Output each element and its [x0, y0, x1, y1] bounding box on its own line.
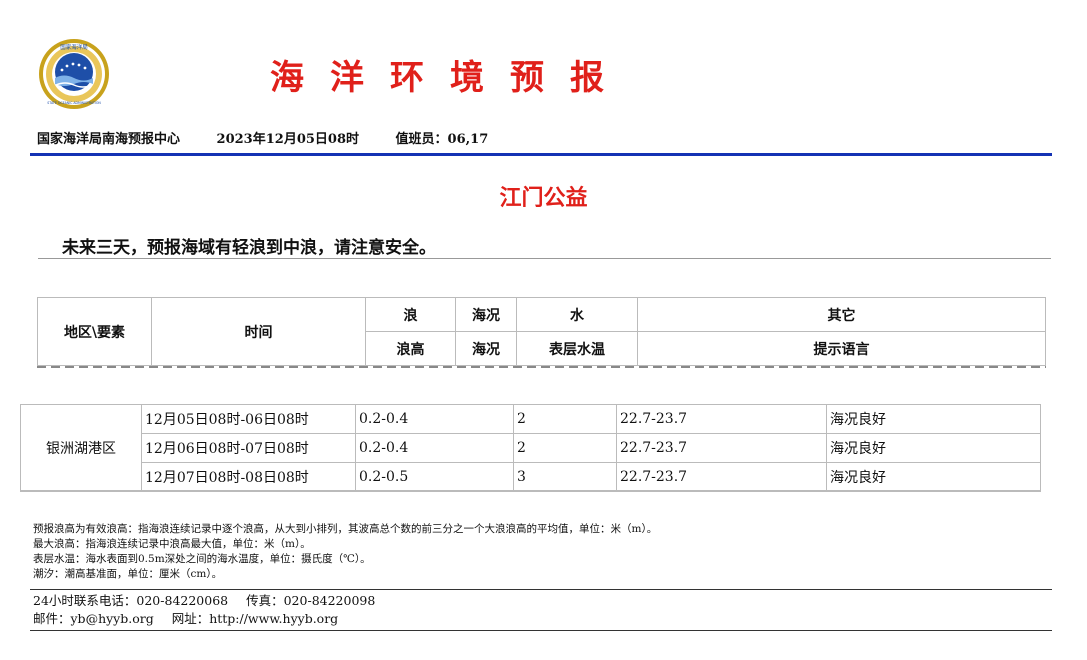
cell-surface-temp: 22.7-23.7	[616, 433, 827, 463]
contact-divider-top	[30, 589, 1052, 590]
contact-phone: 24小时联系电话：020-84220068	[33, 593, 229, 608]
header-wave: 浪	[365, 297, 456, 332]
header-divider	[30, 153, 1052, 156]
header-sea-state-sub: 海况	[455, 331, 517, 366]
location-cell: 银洲湖港区	[20, 404, 142, 492]
cell-wave-height: 0.2-0.4	[355, 433, 514, 463]
header-water: 水	[516, 297, 638, 332]
cell-tip: 海况良好	[826, 433, 1041, 463]
table-row: 12月07日08时-08日08时 0.2-0.5 3 22.7-23.7 海况良好	[21, 462, 1041, 492]
report-title: 海洋环境预报	[270, 58, 630, 98]
cell-wave-height: 0.2-0.5	[355, 462, 514, 492]
header-other: 其它	[637, 297, 1046, 332]
cell-tip: 海况良好	[826, 404, 1041, 434]
cell-time: 12月07日08时-08日08时	[141, 462, 356, 492]
table-divider	[20, 490, 1041, 491]
cell-wave-height: 0.2-0.4	[355, 404, 514, 434]
cell-time: 12月05日08时-06日08时	[141, 404, 356, 434]
contact-website[interactable]: 网址：http://www.hyyb.org	[172, 611, 338, 626]
header-surface-temp: 表层水温	[516, 331, 638, 366]
report-meta: 国家海洋局南海预报中心 2023年12月05日08时 值班员：06,17	[37, 128, 520, 147]
cell-tip: 海况良好	[826, 462, 1041, 492]
table-row: 银洲湖港区 12月05日08时-06日08时 0.2-0.4 2 22.7-23.7 海况…	[20, 404, 1041, 492]
notice-divider	[38, 258, 1051, 259]
note-line: 最大浪高：指海浪连续记录中浪高最大值，单位：米（m）。	[33, 538, 311, 550]
forecast-notice: 未来三天，预报海域有轻浪到中浪，请注意安全。	[62, 238, 436, 258]
agency-name: 国家海洋局南海预报中心	[37, 132, 181, 147]
note-line: 预报浪高为有效浪高：指海浪连续记录中逐个浪高，从大到小排列，其波高总个数的前三分…	[33, 523, 658, 535]
note-line: 潮汐：潮高基准面，单位：厘米（cm）。	[33, 568, 223, 580]
header-wave-height: 浪高	[365, 331, 456, 366]
agency-logo: 国家海洋局 STATE OCEANIC ADMINISTRATION	[39, 39, 109, 109]
logo-bottom-text: STATE OCEANIC ADMINISTRATION	[47, 101, 101, 105]
cell-time: 12月06日08时-07日08时	[141, 433, 356, 463]
table-row: 12月06日08时-07日08时 0.2-0.4 2 22.7-23.7 海况良好	[21, 433, 1041, 463]
definition-notes: 预报浪高为有效浪高：指海浪连续记录中逐个浪高，从大到小排列，其波高总个数的前三分…	[33, 522, 657, 582]
contact-divider-bottom	[30, 630, 1052, 631]
logo-arc-text: 国家海洋局	[60, 43, 88, 51]
region-title: 江门公益	[499, 185, 588, 211]
report-datetime: 2023年12月05日08时	[216, 132, 360, 147]
duty-officer: 值班员：06,17	[395, 132, 489, 147]
cell-sea-state: 2	[513, 433, 617, 463]
cell-surface-temp: 22.7-23.7	[616, 404, 827, 434]
header-area: 地区\要素	[37, 297, 152, 366]
header-time: 时间	[151, 297, 366, 366]
forecast-table: 银洲湖港区 12月05日08时-06日08时 0.2-0.4 2 22.7-23.7 海况…	[20, 404, 1041, 492]
contact-block: 24小时联系电话：020-84220068 传真：020-84220098 邮件…	[33, 592, 375, 628]
cell-sea-state: 2	[513, 404, 617, 434]
cell-sea-state: 3	[513, 462, 617, 492]
cell-surface-temp: 22.7-23.7	[616, 462, 827, 492]
contact-fax: 传真：020-84220098	[246, 593, 376, 608]
clipped-row-fragment	[37, 364, 1046, 369]
note-line: 表层水温：海水表面到0.5m深处之间的海水温度，单位：摄氏度（℃）。	[33, 553, 371, 565]
contact-email[interactable]: 邮件：yb@hyyb.org	[33, 611, 154, 626]
forecast-table-header: 地区\要素 时间 浪 海况 水 其它 浪高 海况 表层水温 提示语言	[37, 297, 1046, 366]
header-sea-state: 海况	[455, 297, 517, 332]
header-tip: 提示语言	[637, 331, 1046, 366]
